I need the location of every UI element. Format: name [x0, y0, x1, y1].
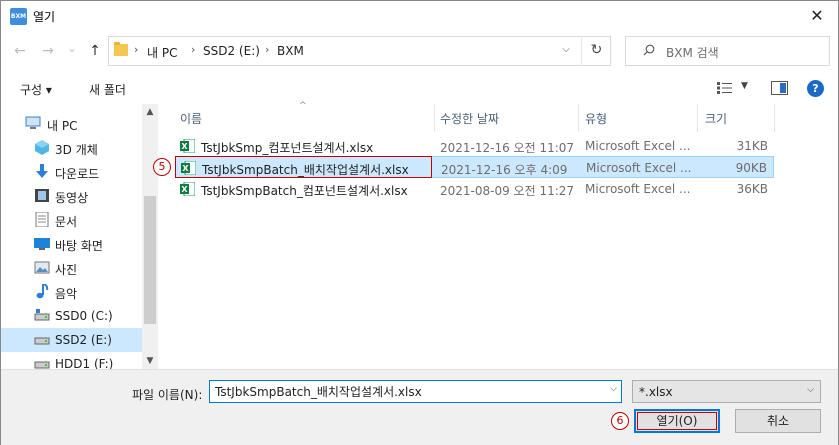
nav-item-downloads[interactable]: 다운로드 [1, 160, 142, 184]
step-5-marker: 5 [153, 158, 171, 176]
file-size: 31KB [736, 139, 768, 153]
3d-objects-icon [35, 140, 49, 155]
file-list: ^ 이름 수정한 날짜 유형 크기 X TstJbkSmp_컴포넌트설계서.xl… [162, 101, 838, 369]
nav-item-desktop[interactable]: 바탕 화면 [1, 232, 142, 256]
nav-item-3d-objects[interactable]: 3D 개체 [1, 136, 142, 160]
file-row[interactable]: X TstJbkSmpBatch_컴포넌트설계서.xlsx 2021-08-09… [175, 178, 774, 200]
breadcrumb-separator: › [265, 43, 270, 56]
file-type: Microsoft Excel ... [586, 161, 692, 175]
column-header-type[interactable]: 유형 [585, 110, 607, 127]
nav-item-ssd0[interactable]: SSD0 (C:) [1, 304, 142, 328]
document-icon [35, 212, 49, 227]
file-date: 2021-12-16 오전 11:07 [440, 141, 575, 155]
filename-dropdown-icon[interactable]: ⌵ [610, 384, 617, 394]
scroll-down-icon[interactable]: ▼ [142, 353, 158, 369]
file-date: 2021-08-09 오전 11:27 [440, 184, 575, 198]
folder-icon [114, 42, 128, 56]
help-icon[interactable]: ? [807, 80, 824, 97]
file-name: TstJbkSmp_컴포넌트설계서.xlsx [201, 141, 374, 155]
navigation-scrollbar[interactable]: ▲ ▼ [142, 104, 158, 369]
file-type: Microsoft Excel ... [585, 182, 691, 196]
column-divider[interactable] [434, 104, 435, 132]
forward-arrow-icon[interactable]: → [38, 41, 58, 61]
file-row[interactable]: X TstJbkSmp_컴포넌트설계서.xlsx 2021-12-16 오전 1… [175, 135, 774, 157]
nav-item-this-pc[interactable]: 내 PC [1, 112, 142, 136]
file-type-filter[interactable]: *.xlsx ⌵ [632, 380, 821, 403]
step-6-marker: 6 [611, 412, 629, 430]
navigation-pane: 내 PC 3D 개체 다운로드 동영상 문서 바탕 화면 사진 음악 SSD0 … [1, 104, 158, 369]
view-options-icon[interactable] [717, 82, 733, 94]
file-type-filter-value: *.xlsx [639, 385, 673, 399]
annotation-highlight-box [175, 156, 432, 178]
sort-ascending-icon: ^ [299, 101, 307, 111]
search-box[interactable]: BXM 검색 [625, 36, 830, 66]
nav-item-hdd1[interactable]: HDD1 (F:) [1, 352, 142, 369]
column-divider[interactable] [697, 104, 698, 132]
nav-item-music[interactable]: 음악 [1, 280, 142, 304]
address-bar[interactable]: › 내 PC › SSD2 (E:) › BXM [108, 36, 611, 66]
picture-icon [34, 261, 50, 274]
refresh-icon[interactable]: ↻ [581, 36, 611, 66]
breadcrumb-folder[interactable]: BXM [277, 44, 304, 58]
drive-icon [34, 361, 50, 369]
preview-pane-icon[interactable] [771, 81, 788, 95]
breadcrumb-drive[interactable]: SSD2 (E:) [203, 44, 260, 58]
pc-icon [25, 116, 41, 129]
toolbar: 구성 ▾ 새 폴더 [1, 73, 838, 103]
search-icon [643, 44, 655, 56]
dialog-footer: 파일 이름(N): ⌵ *.xlsx ⌵ 6 열기(O) 취소 [1, 369, 838, 445]
file-size: 90KB [735, 161, 767, 175]
nav-item-videos[interactable]: 동영상 [1, 184, 142, 208]
cancel-button[interactable]: 취소 [735, 409, 821, 433]
recent-locations-icon[interactable]: ⌄ [62, 41, 82, 61]
breadcrumb-pc[interactable]: 내 PC [147, 44, 177, 61]
column-header-date[interactable]: 수정한 날짜 [440, 110, 499, 127]
search-placeholder: BXM 검색 [666, 46, 719, 60]
open-button[interactable]: 열기(O) [634, 409, 720, 433]
scrollbar-thumb[interactable] [144, 196, 156, 324]
desktop-icon [34, 238, 50, 250]
window-title: 열기 [33, 10, 56, 24]
video-icon [35, 189, 49, 202]
column-header-name[interactable]: 이름 [180, 110, 202, 127]
file-date: 2021-12-16 오후 4:09 [441, 163, 568, 177]
breadcrumb-separator: › [134, 43, 139, 56]
column-header-size[interactable]: 크기 [705, 110, 727, 127]
drive-icon [34, 309, 50, 321]
filename-field[interactable]: ⌵ [209, 380, 622, 403]
chevron-down-icon: ⌵ [807, 385, 814, 395]
title-bar: BXM 열기 ✕ [1, 1, 838, 32]
drive-icon [34, 337, 50, 345]
app-icon: BXM [10, 8, 27, 25]
breadcrumb-separator: › [191, 43, 196, 56]
scroll-up-icon[interactable]: ▲ [142, 104, 158, 120]
svg-text:X: X [181, 142, 188, 151]
organize-button[interactable]: 구성 ▾ [20, 81, 52, 98]
nav-item-ssd2[interactable]: SSD2 (E:) [1, 328, 142, 352]
excel-file-icon: X [180, 139, 195, 153]
back-arrow-icon[interactable]: ← [10, 41, 30, 61]
file-size: 36KB [736, 182, 768, 196]
music-icon [36, 284, 49, 299]
nav-item-documents[interactable]: 문서 [1, 208, 142, 232]
close-icon[interactable]: ✕ [796, 1, 838, 32]
download-icon [36, 164, 48, 178]
file-type: Microsoft Excel ... [585, 139, 691, 153]
excel-file-icon: X [180, 182, 195, 196]
view-dropdown-icon[interactable]: ▼ [741, 81, 748, 91]
column-divider[interactable] [774, 104, 775, 132]
new-folder-button[interactable]: 새 폴더 [89, 81, 126, 98]
svg-text:X: X [181, 185, 188, 194]
filename-label: 파일 이름(N): [132, 388, 203, 402]
column-divider[interactable] [578, 104, 579, 132]
nav-item-pictures[interactable]: 사진 [1, 256, 142, 280]
up-arrow-icon[interactable]: ↑ [85, 41, 105, 61]
file-name: TstJbkSmpBatch_컴포넌트설계서.xlsx [201, 184, 408, 198]
open-file-dialog: BXM 열기 ✕ ← → ⌄ ↑ › 내 PC › SSD2 (E:) › BX… [0, 0, 839, 445]
filename-input[interactable] [210, 381, 600, 402]
address-dropdown-icon[interactable]: ⌵ [556, 39, 576, 61]
